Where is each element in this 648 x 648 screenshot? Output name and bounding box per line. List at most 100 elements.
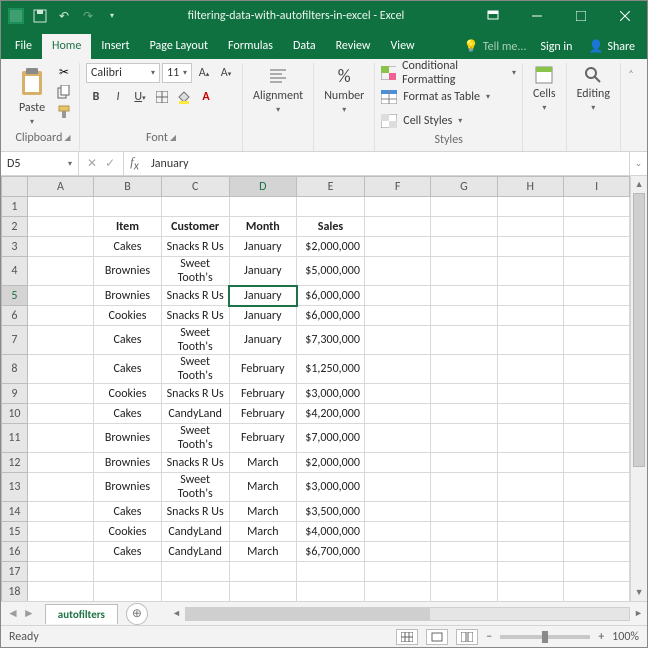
cell[interactable]: $7,300,000 (297, 326, 365, 355)
cell[interactable]: March (229, 453, 297, 473)
cell[interactable] (497, 562, 563, 582)
cell[interactable]: Cookies (94, 522, 162, 542)
cell[interactable] (364, 217, 430, 237)
cell[interactable]: Snacks R Us (161, 384, 229, 404)
cell[interactable]: February (229, 355, 297, 384)
cell[interactable]: Snacks R Us (161, 453, 229, 473)
cell[interactable] (27, 473, 93, 502)
cell[interactable]: $7,000,000 (297, 424, 365, 453)
scroll-right-icon[interactable]: ► (630, 608, 647, 619)
cell[interactable]: Sweet Tooth's (161, 355, 229, 384)
cell[interactable] (364, 237, 430, 257)
cell[interactable] (497, 502, 563, 522)
cell[interactable]: $4,200,000 (297, 404, 365, 424)
format-painter-button[interactable] (55, 103, 73, 121)
share-button[interactable]: 👤Share (580, 34, 643, 59)
cell[interactable]: Cookies (94, 306, 162, 326)
cell[interactable] (497, 582, 563, 602)
cell[interactable] (27, 237, 93, 257)
font-name-combo[interactable]: Calibri▾ (86, 63, 160, 83)
cell[interactable] (229, 562, 297, 582)
cell[interactable] (497, 217, 563, 237)
scroll-up-icon[interactable]: ▲ (631, 176, 647, 193)
row-header[interactable]: 15 (2, 522, 28, 542)
cell[interactable]: March (229, 473, 297, 502)
dialog-launcher-icon[interactable]: ◢ (170, 133, 176, 143)
cell[interactable] (431, 542, 497, 562)
cell[interactable] (497, 306, 563, 326)
row-header[interactable]: 17 (2, 562, 28, 582)
fill-color-button[interactable] (174, 87, 194, 107)
close-button[interactable] (603, 1, 647, 31)
page-layout-view-icon[interactable] (426, 629, 448, 645)
cell[interactable] (364, 502, 430, 522)
cell[interactable]: $6,000,000 (297, 306, 365, 326)
tell-me[interactable]: 💡Tell me... (458, 34, 533, 59)
zoom-slider[interactable] (500, 635, 590, 639)
cell[interactable] (27, 384, 93, 404)
cell[interactable] (497, 237, 563, 257)
cell[interactable] (563, 306, 629, 326)
cell[interactable] (364, 542, 430, 562)
cell[interactable]: $3,000,000 (297, 384, 365, 404)
col-header[interactable]: F (364, 177, 430, 197)
bold-button[interactable]: B (86, 87, 106, 107)
cell[interactable]: Snacks R Us (161, 502, 229, 522)
cell[interactable]: February (229, 384, 297, 404)
horizontal-scrollbar[interactable]: ◄ ► (168, 607, 647, 621)
cell[interactable]: Cakes (94, 237, 162, 257)
cell[interactable] (94, 582, 162, 602)
normal-view-icon[interactable] (396, 629, 418, 645)
row-header[interactable]: 8 (2, 355, 28, 384)
cell[interactable] (431, 237, 497, 257)
row-header[interactable]: 11 (2, 424, 28, 453)
cell[interactable]: February (229, 424, 297, 453)
cell[interactable] (497, 404, 563, 424)
fx-icon[interactable]: fx (124, 154, 145, 174)
cell[interactable]: Cakes (94, 355, 162, 384)
cell[interactable]: Brownies (94, 424, 162, 453)
cell[interactable] (27, 257, 93, 286)
row-header[interactable]: 12 (2, 453, 28, 473)
cell[interactable]: Item (94, 217, 162, 237)
cell[interactable] (431, 326, 497, 355)
cell[interactable]: January (229, 257, 297, 286)
border-button[interactable] (152, 87, 172, 107)
cell[interactable]: Brownies (94, 286, 162, 306)
sign-in[interactable]: Sign in (532, 35, 580, 59)
maximize-button[interactable] (559, 1, 603, 31)
cell[interactable]: March (229, 502, 297, 522)
font-size-combo[interactable]: 11▾ (162, 63, 192, 83)
cell[interactable]: February (229, 404, 297, 424)
cell[interactable] (364, 257, 430, 286)
redo-icon[interactable]: ↷ (79, 7, 97, 25)
cell[interactable]: Cakes (94, 542, 162, 562)
cell[interactable] (497, 453, 563, 473)
cell[interactable] (431, 257, 497, 286)
cell[interactable]: Customer (161, 217, 229, 237)
cell[interactable]: Cookies (94, 384, 162, 404)
tab-page-layout[interactable]: Page Layout (140, 34, 218, 59)
zoom-out-button[interactable]: − (486, 630, 492, 644)
cell[interactable]: January (229, 237, 297, 257)
cell[interactable] (94, 562, 162, 582)
new-sheet-button[interactable]: ⊕ (126, 603, 148, 625)
cell[interactable] (431, 522, 497, 542)
cell[interactable] (497, 424, 563, 453)
cell[interactable] (563, 384, 629, 404)
row-header[interactable]: 16 (2, 542, 28, 562)
cell[interactable] (161, 562, 229, 582)
copy-button[interactable] (55, 83, 73, 101)
save-icon[interactable] (31, 7, 49, 25)
cell[interactable] (364, 522, 430, 542)
col-header[interactable]: D (229, 177, 297, 197)
cell[interactable] (27, 306, 93, 326)
cell[interactable] (364, 562, 430, 582)
collapse-ribbon-icon[interactable]: ˄ (621, 63, 641, 151)
cell[interactable]: Snacks R Us (161, 237, 229, 257)
tab-file[interactable]: File (5, 34, 42, 59)
expand-formula-bar-icon[interactable]: ⌄ (629, 152, 647, 175)
cell[interactable] (563, 197, 629, 217)
cell[interactable] (563, 542, 629, 562)
cell[interactable] (297, 197, 365, 217)
